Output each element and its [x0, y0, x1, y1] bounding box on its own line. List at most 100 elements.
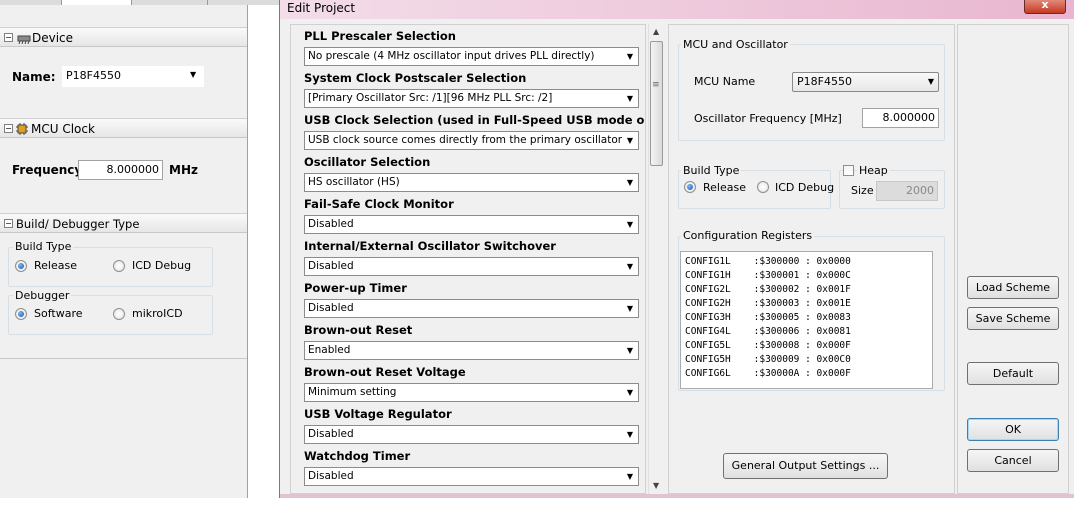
icd-debug-radio-label: ICD Debug — [132, 259, 192, 272]
collapse-icon[interactable]: − — [4, 219, 13, 228]
option-combo[interactable]: No prescale (4 MHz oscillator input driv… — [304, 47, 639, 66]
config-register-row: CONFIG2L :$300002 : 0x001F — [685, 284, 851, 295]
option-combo[interactable]: HS oscillator (HS) ▼ — [304, 173, 639, 192]
options-scrollbar[interactable]: ▲ ≡ ▼ — [648, 24, 664, 494]
config-register-row: CONFIG1H :$300001 : 0x000C — [685, 270, 851, 281]
panel-tab-2[interactable] — [62, 0, 132, 5]
heap-size-input[interactable]: 2000 — [876, 181, 938, 201]
option-combo[interactable]: Minimum setting ▼ — [304, 383, 639, 402]
device-name-value: P18F4550 — [66, 69, 121, 82]
dialog-buttons-panel: Load Scheme Save Scheme Default OK Cance… — [957, 24, 1069, 494]
mcu-name-label: MCU Name — [694, 75, 756, 88]
chevron-down-icon: ▼ — [622, 342, 638, 359]
config-register-row: CONFIG3H :$300005 : 0x0083 — [685, 312, 851, 323]
mcu-clock-section-header[interactable]: − MCU Clock — [0, 118, 247, 138]
option-label: Brown-out Reset — [304, 323, 413, 337]
option-label: USB Clock Selection (used in Full-Speed … — [304, 113, 646, 127]
chip-icon — [17, 35, 31, 44]
default-label: Default — [992, 367, 1034, 380]
ok-button[interactable]: OK — [967, 418, 1059, 441]
chevron-down-icon: ▼ — [622, 300, 638, 317]
build-debugger-section-header[interactable]: − Build/ Debugger Type — [0, 213, 247, 233]
config-options-list: PLL Prescaler Selection No prescale (4 MH… — [290, 24, 646, 494]
config-registers-group-title: Configuration Registers — [681, 229, 815, 242]
option-label: Watchdog Timer — [304, 449, 411, 463]
osc-freq-input[interactable]: 8.000000 — [862, 108, 939, 128]
chevron-down-icon: ▼ — [927, 77, 934, 86]
option-value: HS oscillator (HS) — [308, 176, 400, 188]
software-radio[interactable] — [15, 308, 27, 320]
mikroicd-radio[interactable] — [113, 308, 125, 320]
scroll-up-icon[interactable]: ▲ — [653, 27, 659, 36]
mcu-oscillator-group-title: MCU and Oscillator — [681, 38, 790, 51]
collapse-icon[interactable]: − — [4, 33, 13, 42]
dialog-release-radio[interactable] — [684, 181, 696, 193]
frequency-input[interactable]: 8.000000 — [78, 160, 163, 180]
dialog-title: Edit Project — [287, 1, 356, 15]
device-section-header[interactable]: − Device — [0, 27, 247, 47]
option-combo[interactable]: USB clock source comes directly from the… — [304, 131, 639, 150]
dialog-release-label: Release — [703, 181, 746, 194]
option-combo[interactable]: [Primary Oscillator Src: /1][96 MHz PLL … — [304, 89, 639, 108]
option-value: Minimum setting — [308, 386, 397, 398]
save-scheme-label: Save Scheme — [975, 312, 1051, 325]
collapse-icon[interactable]: − — [4, 124, 13, 133]
frequency-label: Frequency: — [12, 163, 88, 177]
chevron-down-icon: ▼ — [622, 132, 638, 149]
option-combo[interactable]: Disabled ▼ — [304, 467, 639, 486]
name-label: Name: — [12, 70, 56, 84]
cancel-label: Cancel — [994, 454, 1032, 467]
device-name-combo[interactable]: P18F4550 ▼ — [62, 66, 204, 87]
chevron-down-icon: ▼ — [622, 258, 638, 275]
scrollbar-thumb[interactable] — [650, 41, 663, 166]
option-value: Disabled — [308, 428, 354, 440]
save-scheme-button[interactable]: Save Scheme — [967, 307, 1059, 330]
close-button[interactable]: x — [1024, 0, 1066, 14]
close-icon: x — [1041, 0, 1049, 11]
option-combo[interactable]: Disabled ▼ — [304, 425, 639, 444]
option-combo[interactable]: Enabled ▼ — [304, 341, 639, 360]
dialog-icd-debug-radio[interactable] — [757, 181, 769, 193]
chevron-down-icon: ▼ — [622, 216, 638, 233]
scroll-down-icon[interactable]: ▼ — [653, 481, 659, 490]
chevron-down-icon: ▼ — [622, 48, 638, 65]
panel-tab-4[interactable] — [208, 0, 280, 5]
build-type-group-title: Build Type — [681, 164, 742, 177]
option-value: Disabled — [308, 260, 354, 272]
device-section-label: Device — [32, 31, 74, 45]
chevron-down-icon: ▼ — [622, 90, 638, 107]
mikroicd-radio-label: mikroICD — [132, 307, 183, 320]
mcu-name-combo[interactable]: P18F4550 ▼ — [792, 72, 939, 92]
option-label: System Clock Postscaler Selection — [304, 71, 527, 85]
panel-tab-3[interactable] — [132, 0, 208, 5]
general-output-settings-button[interactable]: General Output Settings ... — [723, 453, 888, 479]
option-combo[interactable]: Disabled ▼ — [304, 215, 639, 234]
clock-chip-icon — [16, 123, 28, 135]
option-combo[interactable]: Disabled ▼ — [304, 299, 639, 318]
option-value: Disabled — [308, 218, 354, 230]
config-register-row: CONFIG1L :$300000 : 0x0000 — [685, 256, 851, 267]
option-value: [Primary Oscillator Src: /1][96 MHz PLL … — [308, 92, 553, 104]
frequency-unit: MHz — [169, 163, 198, 177]
icd-debug-radio[interactable] — [113, 260, 125, 272]
osc-freq-label: Oscillator Frequency [MHz] — [694, 112, 842, 125]
build-type-group-title: Build Type — [13, 240, 74, 253]
dialog-bottom-border — [280, 494, 1074, 498]
default-button[interactable]: Default — [967, 362, 1059, 385]
heap-checkbox[interactable] — [843, 165, 854, 176]
release-radio[interactable] — [15, 260, 27, 272]
load-scheme-button[interactable]: Load Scheme — [967, 276, 1059, 299]
chevron-down-icon: ▼ — [190, 70, 197, 79]
panel-tab-strip — [0, 0, 280, 5]
mcu-name-value: P18F4550 — [797, 75, 852, 88]
panel-tab-1[interactable] — [0, 0, 62, 5]
option-combo[interactable]: Disabled ▼ — [304, 257, 639, 276]
mcu-clock-section-label: MCU Clock — [31, 122, 95, 136]
option-label: Power-up Timer — [304, 281, 407, 295]
cancel-button[interactable]: Cancel — [967, 449, 1059, 472]
config-register-row: CONFIG5L :$300008 : 0x000F — [685, 340, 851, 351]
config-registers-list[interactable]: CONFIG1L :$300000 : 0x0000 CONFIG1H :$300… — [680, 251, 933, 389]
dialog-titlebar[interactable]: Edit Project x — [280, 0, 1074, 19]
option-value: Disabled — [308, 302, 354, 314]
grip-icon: ≡ — [652, 80, 660, 90]
